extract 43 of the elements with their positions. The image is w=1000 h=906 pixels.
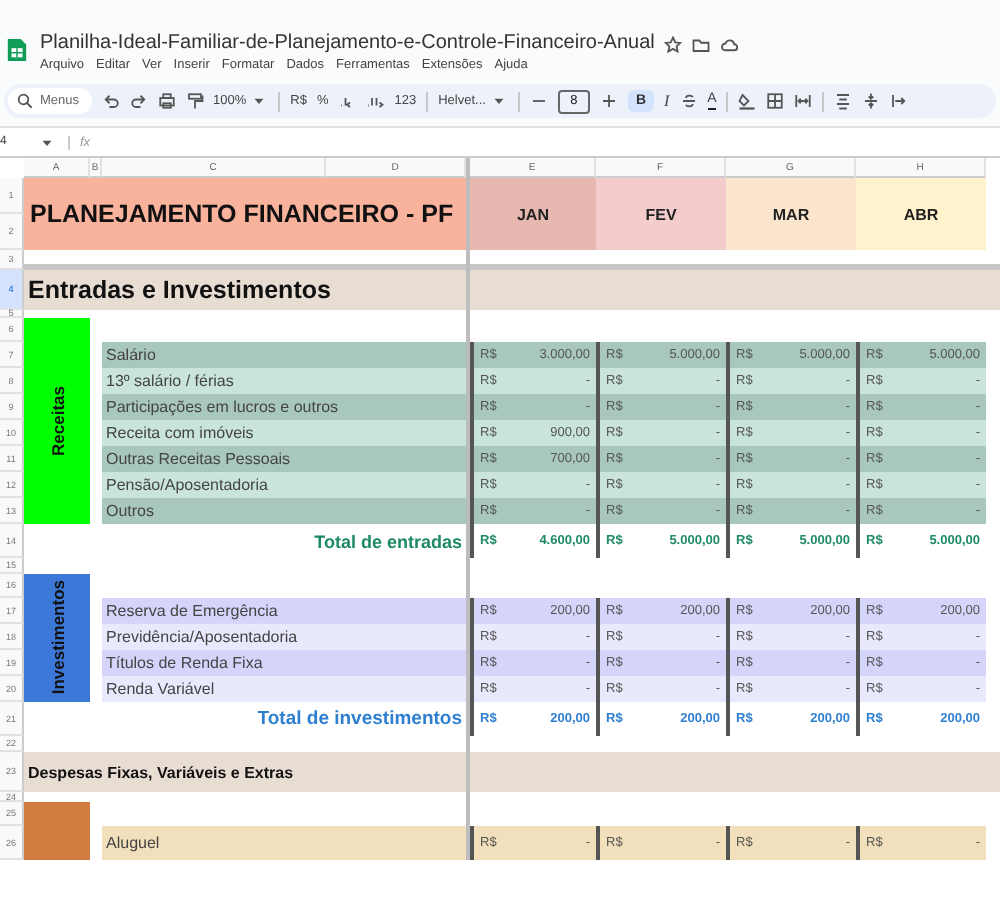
row-label: Reserva de Emergência bbox=[102, 598, 466, 624]
total-label: Total de investimentos bbox=[255, 706, 464, 734]
align-center-icon[interactable] bbox=[834, 92, 853, 110]
month-header: JAN bbox=[470, 178, 596, 250]
section-heading: Despesas Fixas, Variáveis e Extras bbox=[24, 752, 1000, 792]
row-label: 13º salário / férias bbox=[102, 368, 466, 394]
spreadsheet-logo-icon[interactable] bbox=[6, 36, 28, 64]
row-label: Outras Receitas Pessoais bbox=[102, 446, 466, 472]
print-icon[interactable] bbox=[157, 92, 176, 110]
row-label: Renda Variável bbox=[102, 676, 466, 702]
row-label: Previdência/Aposentadoria bbox=[102, 624, 466, 650]
category-name: Investimentos bbox=[47, 580, 67, 696]
month-header: ABR bbox=[856, 178, 986, 250]
row-label: Pensão/Aposentadoria bbox=[102, 472, 466, 498]
borders-icon[interactable] bbox=[766, 92, 785, 110]
document-title[interactable]: Planilha-Ideal-Familiar-de-Planejamento-e-Controle-Financeiro-Anual bbox=[40, 32, 655, 56]
undo-icon[interactable] bbox=[101, 92, 120, 110]
italic-button[interactable]: I bbox=[664, 92, 670, 110]
row-label: Aluguel bbox=[102, 826, 466, 860]
text-wrap-icon[interactable] bbox=[890, 92, 909, 110]
strikethrough-icon[interactable] bbox=[679, 92, 698, 110]
paint-roller-icon[interactable] bbox=[185, 92, 204, 110]
row-label: Receita com imóveis bbox=[102, 420, 466, 446]
row-label: Títulos de Renda Fixa bbox=[102, 650, 466, 676]
row-label: Outros bbox=[102, 498, 466, 524]
vertical-align-icon[interactable] bbox=[862, 92, 881, 110]
section-heading: Entradas e Investimentos bbox=[24, 270, 1000, 310]
row-label: Salário bbox=[102, 342, 466, 368]
search-icon bbox=[16, 92, 34, 110]
total-label: Total de entradas bbox=[312, 529, 464, 555]
month-header: FEV bbox=[596, 178, 726, 250]
redo-icon[interactable] bbox=[129, 92, 148, 110]
fill-color-icon[interactable] bbox=[738, 92, 757, 110]
increase-decimal-icon[interactable] bbox=[366, 92, 385, 110]
star-icon[interactable] bbox=[664, 35, 683, 53]
plus-icon[interactable] bbox=[599, 92, 618, 110]
merge-cells-icon[interactable] bbox=[794, 92, 813, 110]
category-name: Receitas bbox=[47, 386, 67, 456]
folder-icon[interactable] bbox=[692, 35, 711, 53]
cloud-icon[interactable] bbox=[720, 35, 739, 53]
row-label: Participações em lucros e outros bbox=[102, 394, 466, 420]
month-header: MAR bbox=[726, 178, 856, 250]
sheet-title: PLANEJAMENTO FINANCEIRO - PF bbox=[24, 178, 466, 250]
